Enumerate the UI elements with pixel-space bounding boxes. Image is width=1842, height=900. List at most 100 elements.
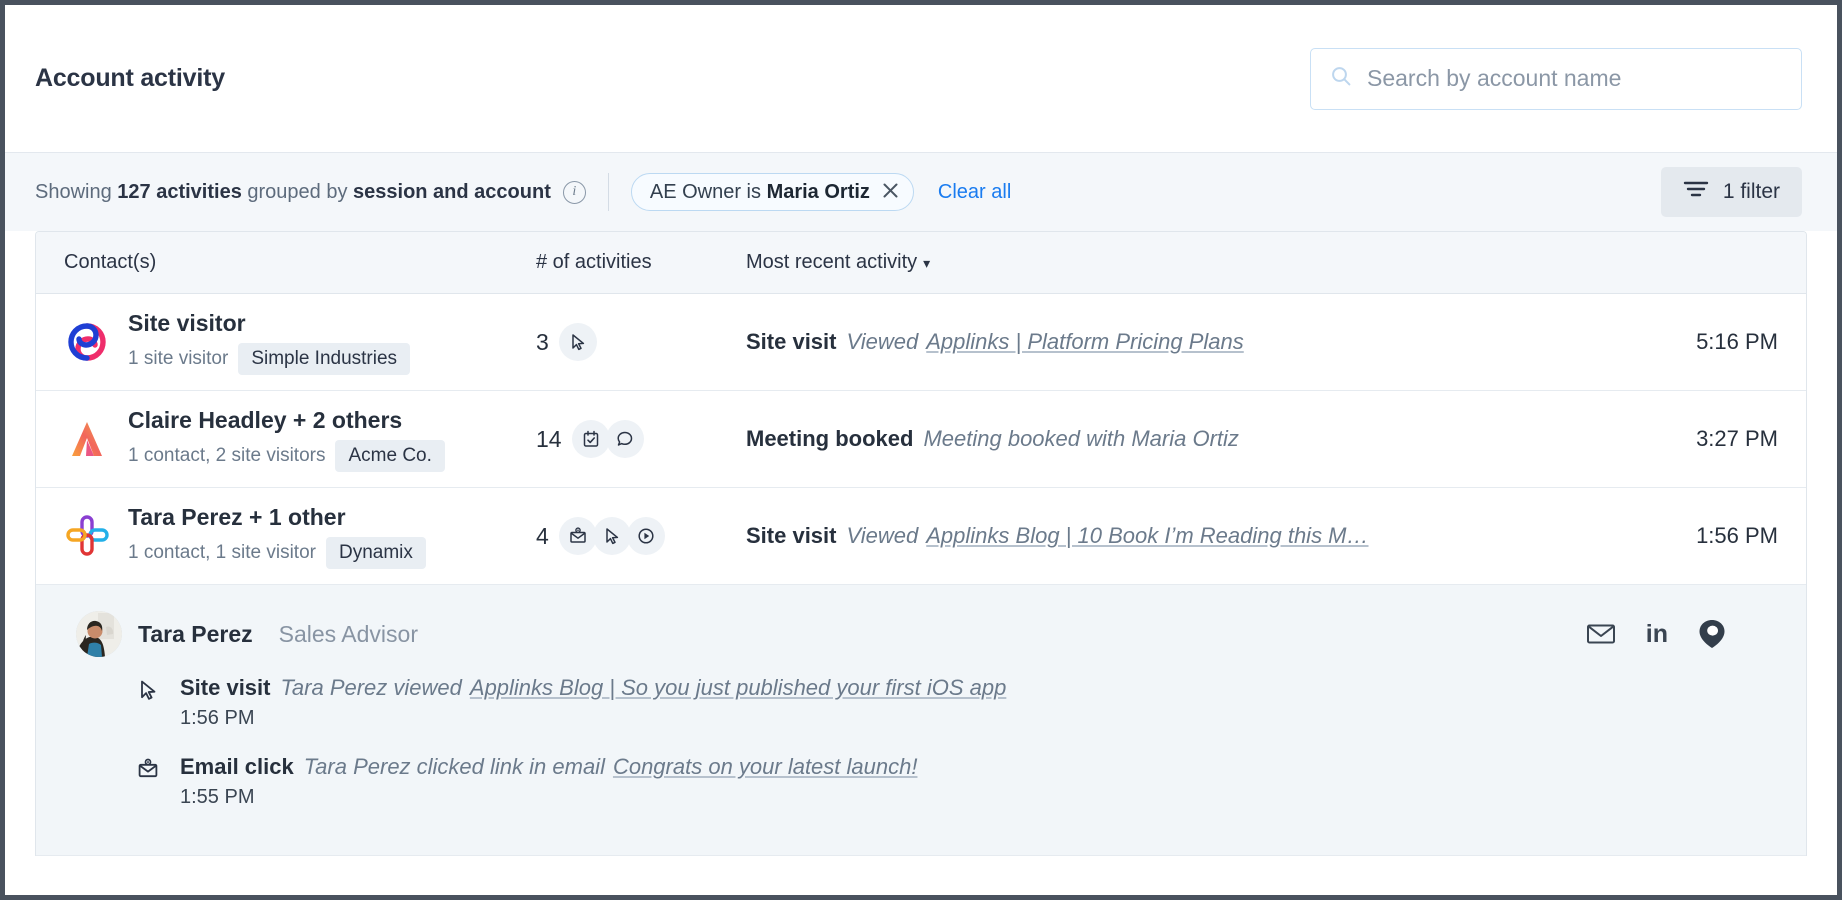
filter-icon xyxy=(1683,179,1709,205)
filter-chip-prefix: AE Owner is xyxy=(649,180,767,203)
divider xyxy=(607,173,609,211)
search-box[interactable] xyxy=(1310,47,1802,110)
activity-type: Site visit xyxy=(746,523,837,548)
expanded-contact-name: Tara Perez xyxy=(138,620,253,647)
contact-subline: 1 site visitor Simple Industries xyxy=(128,342,411,375)
page-header: Account activity xyxy=(5,5,1837,153)
close-icon[interactable] xyxy=(882,182,899,203)
column-header-recent-label: Most recent activity xyxy=(746,251,918,273)
row-contacts-cell: Claire Headley + 2 others 1 contact, 2 s… xyxy=(36,406,536,472)
clear-all-button[interactable]: Clear all xyxy=(938,181,1011,204)
email-icon[interactable] xyxy=(1586,622,1616,646)
row-contacts-cell: Tara Perez + 1 other 1 contact, 1 site v… xyxy=(36,503,536,569)
activity-link[interactable]: Congrats on your latest launch! xyxy=(613,754,918,779)
row-time: 3:27 PM xyxy=(1696,426,1778,451)
search-input[interactable] xyxy=(1367,65,1783,92)
table-row[interactable]: Site visitor 1 site visitor Simple Indus… xyxy=(36,294,1806,391)
filter-button-label: 1 filter xyxy=(1722,180,1780,203)
column-header-activities[interactable]: # of activities xyxy=(536,251,746,274)
calendar-check-icon[interactable] xyxy=(571,420,610,458)
list-item-line: Email click Tara Perez clicked link in em… xyxy=(180,754,917,779)
linkedin-icon[interactable]: in xyxy=(1645,619,1668,648)
list-item-body: Site visit Tara Perez viewed Applinks Blog… xyxy=(180,675,1006,730)
activity-table: Contact(s) # of activities Most recent a… xyxy=(35,231,1807,856)
list-item-time: 1:56 PM xyxy=(180,707,255,729)
contact-name: Site visitor xyxy=(128,310,246,337)
expanded-activity-panel: Tara Perez Sales Advisor in Site visit T… xyxy=(36,585,1806,856)
activity-description: Viewed xyxy=(846,329,919,354)
activity-count-value: 4 xyxy=(536,522,549,549)
row-recent-activity-cell: Meeting booked Meeting booked with Maria… xyxy=(746,426,1656,452)
chat-bubble-icon[interactable] xyxy=(605,420,644,458)
app-window: Account activity Showing 127 activities … xyxy=(0,0,1842,900)
activity-link[interactable]: Applinks Blog | 10 Book I’m Reading this… xyxy=(926,523,1368,549)
row-contacts-cell: Site visitor 1 site visitor Simple Indus… xyxy=(36,309,536,375)
cursor-icon[interactable] xyxy=(592,517,631,555)
contact-name: Tara Perez + 1 other xyxy=(128,504,346,531)
filter-chip-value: Maria Ortiz xyxy=(766,180,870,203)
list-item[interactable]: Email click Tara Perez clicked link in em… xyxy=(76,754,1778,809)
activity-description: Tara Perez clicked link in email xyxy=(303,754,605,779)
row-time: 1:56 PM xyxy=(1696,523,1778,548)
account-badge[interactable]: Dynamix xyxy=(325,536,426,569)
list-item[interactable]: Site visit Tara Perez viewed Applinks Blog… xyxy=(76,675,1778,730)
contact-name: Claire Headley + 2 others xyxy=(128,407,403,434)
email-click-icon[interactable] xyxy=(558,517,597,555)
cursor-icon xyxy=(136,675,162,730)
contact-subtitle: 1 contact, 2 site visitors xyxy=(128,444,326,466)
grouped-by-value: session and account xyxy=(353,180,551,203)
activity-description: Viewed xyxy=(846,523,919,548)
linkedin-label: in xyxy=(1645,619,1668,648)
table-header-row: Contact(s) # of activities Most recent a… xyxy=(36,232,1806,294)
activity-icon-cluster xyxy=(571,420,644,458)
cursor-icon[interactable] xyxy=(558,323,597,361)
chevron-down-icon: ▾ xyxy=(923,255,931,271)
contact-subtitle: 1 site visitor xyxy=(128,347,229,369)
simple-industries-logo xyxy=(64,319,110,365)
contact-subtitle: 1 contact, 1 site visitor xyxy=(128,541,316,563)
row-recent-activity-cell: Site visit Viewed Applinks Blog | 10 Boo… xyxy=(746,523,1656,549)
filter-chip-ae-owner[interactable]: AE Owner is Maria Ortiz xyxy=(630,173,914,211)
table-row[interactable]: Tara Perez + 1 other 1 contact, 1 site v… xyxy=(36,488,1806,585)
dynamix-logo xyxy=(64,513,110,559)
activity-link[interactable]: Applinks | Platform Pricing Plans xyxy=(926,329,1244,355)
row-contact-info: Claire Headley + 2 others 1 contact, 2 s… xyxy=(128,406,445,472)
activity-count-value: 3 xyxy=(536,328,549,355)
activity-icon-cluster xyxy=(558,323,597,361)
row-recent-activity-cell: Site visit Viewed Applinks | Platform Pr… xyxy=(746,329,1656,355)
activity-link[interactable]: Applinks Blog | So you just published yo… xyxy=(470,675,1006,700)
row-contact-info: Tara Perez + 1 other 1 contact, 1 site v… xyxy=(128,503,426,569)
row-time: 5:16 PM xyxy=(1696,329,1778,354)
activity-icon-cluster xyxy=(558,517,665,555)
showing-prefix: Showing xyxy=(35,180,118,203)
account-badge[interactable]: Simple Industries xyxy=(238,342,411,375)
list-item-time: 1:55 PM xyxy=(180,786,255,808)
table-row[interactable]: Claire Headley + 2 others 1 contact, 2 s… xyxy=(36,391,1806,488)
filter-button[interactable]: 1 filter xyxy=(1660,167,1802,217)
expanded-panel-header: Tara Perez Sales Advisor in xyxy=(76,611,1778,657)
search-icon xyxy=(1329,64,1353,93)
info-icon[interactable]: i xyxy=(562,180,586,204)
list-item-body: Email click Tara Perez clicked link in em… xyxy=(180,754,917,809)
email-click-icon xyxy=(136,754,162,809)
tara-perez-avatar xyxy=(76,611,122,657)
column-header-contacts[interactable]: Contact(s) xyxy=(36,251,536,274)
row-activity-count-cell: 4 xyxy=(536,517,746,555)
activity-type: Meeting booked xyxy=(746,426,914,451)
activity-type: Email click xyxy=(180,754,294,779)
crm-pin-icon[interactable] xyxy=(1698,619,1726,649)
row-activity-count-cell: 3 xyxy=(536,323,746,361)
activity-type: Site visit xyxy=(180,675,271,700)
list-item-line: Site visit Tara Perez viewed Applinks Blog… xyxy=(180,675,1006,700)
play-icon[interactable] xyxy=(626,517,665,555)
showing-summary: Showing 127 activities grouped by sessio… xyxy=(35,181,551,204)
page-title: Account activity xyxy=(35,64,225,92)
expanded-activity-list: Site visit Tara Perez viewed Applinks Blog… xyxy=(76,675,1778,809)
activity-count: 127 activities xyxy=(117,180,242,203)
expanded-contact-role: Sales Advisor xyxy=(278,620,418,647)
filter-chip-text: AE Owner is Maria Ortiz xyxy=(650,181,870,204)
activity-count-value: 14 xyxy=(536,425,562,452)
account-badge[interactable]: Acme Co. xyxy=(335,439,445,472)
contact-subline: 1 contact, 1 site visitor Dynamix xyxy=(128,536,426,569)
column-header-recent[interactable]: Most recent activity ▾ xyxy=(746,251,1806,274)
